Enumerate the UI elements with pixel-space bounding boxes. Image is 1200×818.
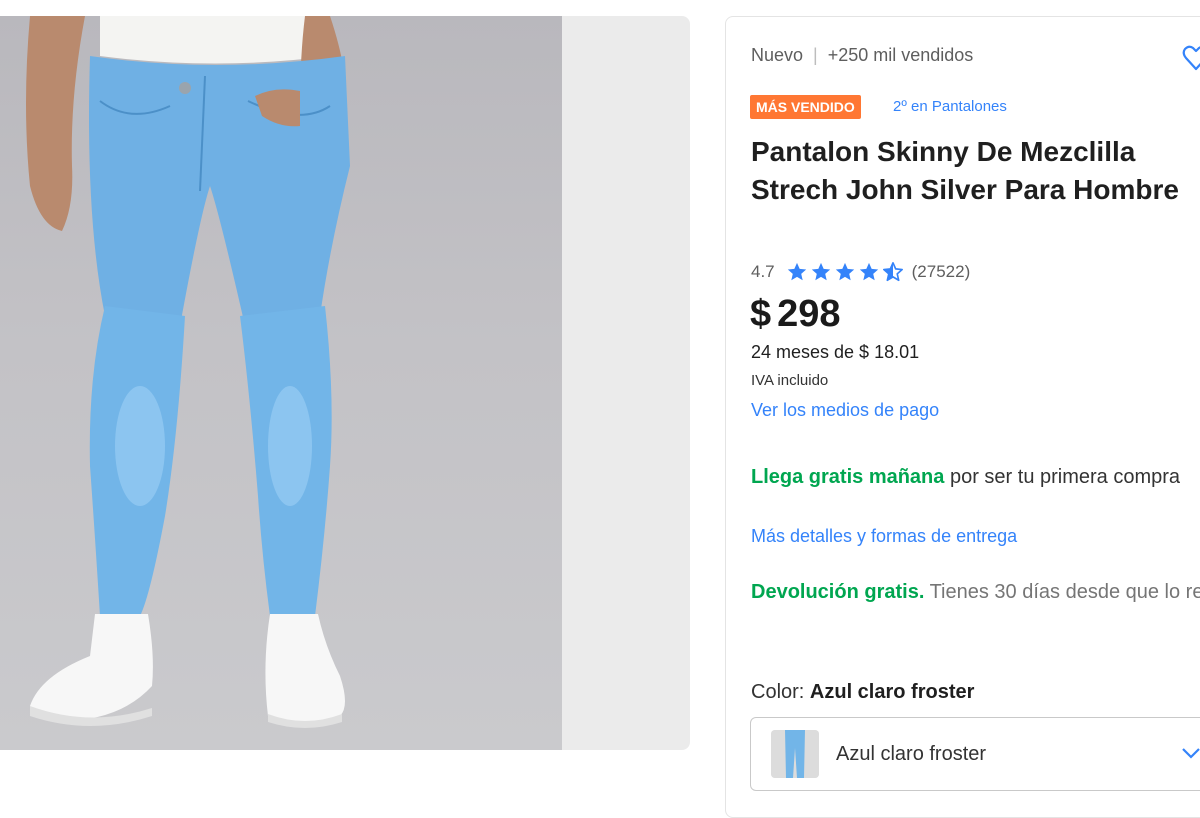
star-icon: [859, 262, 878, 281]
chevron-down-icon: [1182, 748, 1200, 759]
installments-text: 24 meses de $ 18.01: [751, 342, 920, 362]
separator: |: [813, 45, 818, 65]
price-amount: 298: [777, 293, 841, 335]
color-value: Azul claro froster: [809, 681, 975, 703]
rating-value: 4.7: [751, 262, 775, 281]
color-label: Color: Azul claro froster: [751, 681, 974, 704]
star-icon: [787, 262, 806, 281]
best-seller-badge: MÁS VENDIDO: [750, 95, 861, 119]
color-thumbnail: [771, 730, 819, 778]
color-select[interactable]: Azul claro froster: [750, 717, 1200, 791]
condition-text: Nuevo: [751, 45, 804, 65]
product-image[interactable]: [0, 16, 562, 750]
product-gallery: [0, 16, 690, 750]
shipping-info: Llega gratis mañana por ser tu primera c…: [751, 462, 1200, 493]
price: $298: [750, 293, 841, 336]
star-icon: [811, 262, 830, 281]
jeans-thumbnail-image: [771, 730, 819, 778]
returns-info: Devolución gratis. Tienes 30 días desde …: [751, 577, 1200, 608]
rating-stars: [786, 261, 904, 283]
returns-detail: Tienes 30 días desde que lo recibes.: [929, 581, 1200, 603]
color-label-prefix: Color:: [751, 681, 810, 703]
jeans-photo-illustration: [26, 16, 350, 728]
rating-row[interactable]: 4.7 (27522): [751, 261, 970, 283]
buy-box: Nuevo | +250 mil vendidos MÁS VENDIDO 2º e…: [725, 16, 1200, 818]
sold-count: +250 mil vendidos: [827, 45, 974, 65]
star-icon: [835, 262, 854, 281]
free-shipping-highlight: Llega gratis mañana: [751, 466, 945, 488]
category-ranking-link[interactable]: 2º en Pantalones: [893, 98, 1007, 115]
selected-color-label: Azul claro froster: [836, 743, 987, 765]
condition-and-sales: Nuevo | +250 mil vendidos: [751, 45, 973, 66]
half-star-icon: [882, 262, 903, 282]
review-count: (27522): [911, 262, 971, 281]
free-returns-highlight: Devolución gratis.: [751, 581, 925, 603]
shipping-detail: por ser tu primera compra: [944, 466, 1181, 488]
currency-symbol: $: [750, 293, 772, 335]
tax-note: IVA incluido: [751, 372, 829, 389]
delivery-details-link[interactable]: Más detalles y formas de entrega: [751, 526, 1017, 547]
product-title: Pantalon Skinny De Mezclilla Strech John…: [751, 136, 1179, 205]
heart-icon[interactable]: [1182, 43, 1200, 73]
payment-methods-link[interactable]: Ver los medios de pago: [751, 400, 939, 421]
